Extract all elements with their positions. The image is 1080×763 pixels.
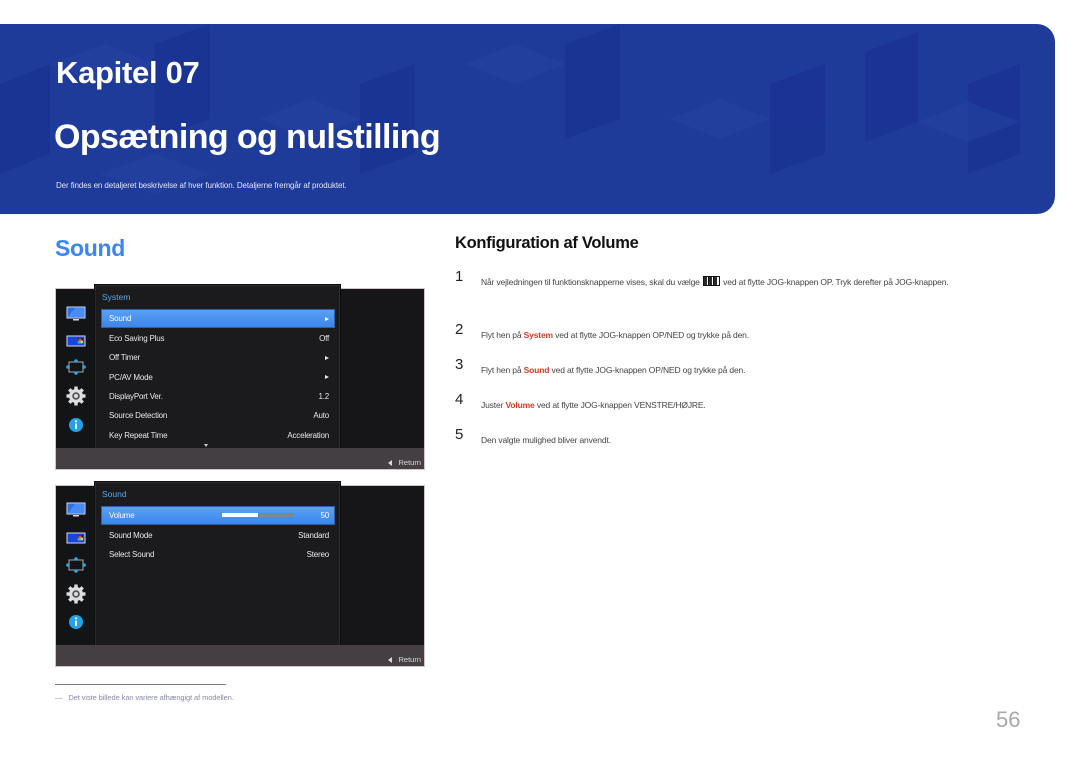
menu-item-label: Eco Saving Plus (109, 334, 165, 344)
osd-menu-list: Sound Eco Saving Plus Off Off Timer PC/A… (101, 309, 335, 445)
step-text-part: Når vejledningen til funktionsknapperne … (481, 277, 702, 287)
step-text-part: Den valgte mulighed bliver anvendt. (481, 435, 611, 445)
menu-item-value: 50 (320, 511, 330, 520)
menu-item-sound[interactable]: Sound (101, 309, 335, 328)
menu-item-eco-saving-plus[interactable]: Eco Saving Plus Off (102, 329, 334, 348)
menu-item-volume[interactable]: Volume 50 (101, 506, 335, 525)
menu-item-label: Sound Mode (109, 531, 153, 541)
return-button[interactable]: Return (388, 655, 421, 664)
menu-item-label: Select Sound (109, 550, 155, 560)
osd-menu-list: Volume 50 Sound Mode Standard Select Sou… (101, 506, 335, 565)
step-text-part: ved at flytte JOG-knappen VENSTRE/HØJRE. (534, 400, 706, 410)
info-icon[interactable] (66, 417, 86, 433)
step-number: 1 (455, 268, 464, 285)
menu-item-label: Off Timer (109, 353, 140, 363)
scroll-down-indicator-icon[interactable] (204, 444, 208, 447)
step-text: Når vejledningen til funktionsknapperne … (481, 272, 1021, 292)
step-text-part: Flyt hen på (481, 330, 524, 340)
return-label: Return (398, 458, 421, 467)
step-highlight: System (523, 330, 553, 340)
menu-item-label: Source Detection (109, 411, 168, 421)
menu-item-select-sound[interactable]: Select Sound Stereo (102, 545, 334, 564)
submenu-arrow-icon (325, 316, 329, 321)
chapter-title: Opsætning og nulstilling (54, 118, 441, 156)
section-title: Sound (55, 235, 126, 261)
osd-footer: Return (56, 645, 424, 666)
return-arrow-icon (388, 459, 393, 466)
menu-item-label: Sound (109, 314, 132, 323)
menu-item-value: 1.2 (318, 392, 329, 402)
step-highlight: Volume (505, 400, 535, 410)
color-icon[interactable] (66, 333, 86, 349)
size-position-icon[interactable] (66, 359, 86, 375)
volume-slider[interactable] (222, 513, 294, 517)
osd-preview-area (340, 486, 424, 646)
color-icon[interactable] (66, 530, 86, 546)
volume-slider-fill (222, 513, 258, 517)
osd-panel: Sound Volume 50 Sound Mode Standard Sele… (95, 482, 340, 647)
footnote: ― Det viste billede kan variere afhængigt… (55, 693, 234, 702)
menu-item-value: Acceleration (287, 430, 329, 440)
footnote-divider (55, 684, 226, 685)
menu-item-sound-mode[interactable]: Sound Mode Standard (102, 526, 334, 545)
step-text: Flyt hen på System ved at flytte JOG-kna… (481, 325, 1021, 345)
system-gear-icon[interactable] (66, 584, 86, 604)
page-number: 56 (996, 707, 1021, 732)
menu-item-label: PC/AV Mode (109, 372, 153, 382)
submenu-arrow-icon (325, 375, 329, 380)
chapter-number: Kapitel 07 (56, 55, 200, 90)
chapter-subtitle: Der findes en detaljeret beskrivelse af … (56, 181, 347, 190)
menu-item-pc-av-mode[interactable]: PC/AV Mode (102, 368, 334, 387)
chapter-banner: Kapitel 07 Opsætning og nulstilling Der … (0, 24, 1055, 214)
step-number: 5 (455, 426, 464, 443)
return-label: Return (398, 655, 421, 664)
menu-item-displayport-ver[interactable]: DisplayPort Ver. 1.2 (102, 387, 334, 406)
osd-sound-menu: Sound Volume 50 Sound Mode Standard Sele… (55, 482, 425, 667)
return-arrow-icon (388, 656, 393, 663)
picture-icon[interactable] (66, 306, 86, 322)
menu-item-off-timer[interactable]: Off Timer (102, 348, 334, 367)
system-gear-icon[interactable] (66, 386, 86, 406)
step-text-part: ved at flytte JOG-knappen OP/NED og tryk… (552, 330, 749, 340)
footnote-text: Det viste billede kan variere afhængigt … (68, 693, 234, 702)
info-icon[interactable] (66, 614, 86, 630)
step-text-part: ved at flytte JOG-knappen OP/NED og tryk… (549, 365, 746, 375)
osd-panel-title: Sound (102, 489, 127, 499)
step-text-part: ved at flytte JOG-knappen OP. Tryk deref… (720, 277, 949, 287)
step-text: Den valgte mulighed bliver anvendt. (481, 430, 1021, 450)
osd-preview-area (340, 289, 424, 449)
step-number: 2 (455, 321, 464, 338)
menu-item-value: Standard (298, 531, 329, 541)
menu-item-key-repeat-time[interactable]: Key Repeat Time Acceleration (102, 425, 334, 444)
osd-footer: Return (56, 448, 424, 469)
menu-button-icon (702, 276, 720, 286)
submenu-arrow-icon (325, 355, 329, 360)
osd-sidebar (56, 289, 95, 449)
osd-panel-title: System (102, 292, 131, 302)
osd-sidebar (56, 486, 95, 646)
footnote-dash: ― (55, 693, 63, 702)
menu-item-label: Volume (109, 511, 135, 520)
menu-item-value: Stereo (306, 550, 330, 560)
step-text: Flyt hen på Sound ved at flytte JOG-knap… (481, 360, 1021, 380)
menu-item-value: Auto (313, 411, 329, 421)
step-number: 4 (455, 391, 464, 408)
step-highlight: Sound (523, 365, 550, 375)
menu-item-source-detection[interactable]: Source Detection Auto (102, 406, 334, 425)
return-button[interactable]: Return (388, 458, 421, 467)
step-text: Juster Volume ved at flytte JOG-knappen … (481, 395, 1021, 415)
step-text-part: Flyt hen på (481, 365, 524, 375)
picture-icon[interactable] (66, 502, 86, 518)
menu-item-value: Off (319, 334, 329, 344)
menu-item-label: Key Repeat Time (109, 430, 168, 440)
menu-item-label: DisplayPort Ver. (109, 392, 163, 402)
size-position-icon[interactable] (66, 557, 86, 573)
osd-panel: System Sound Eco Saving Plus Off Off Tim… (95, 285, 340, 450)
step-text-part: Juster (481, 400, 506, 410)
instructions-title: Konfiguration af Volume (455, 234, 639, 252)
osd-system-menu: System Sound Eco Saving Plus Off Off Tim… (55, 285, 425, 470)
step-number: 3 (455, 356, 464, 373)
